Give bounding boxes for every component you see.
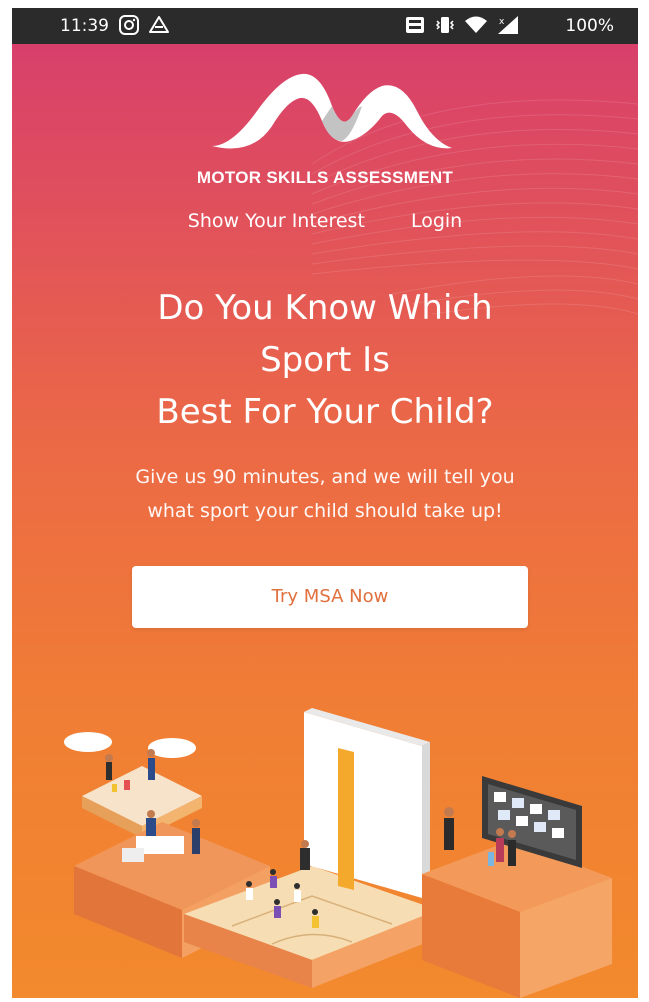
left-upper-platform (64, 732, 202, 838)
vibrate-icon (434, 14, 456, 41)
status-time: 11:39 (60, 16, 109, 36)
login-link[interactable]: Login (411, 210, 462, 232)
svg-text:x: x (499, 17, 505, 27)
drive-icon (148, 14, 170, 41)
show-interest-link[interactable]: Show Your Interest (188, 210, 365, 232)
brand-name: MOTOR SKILLS ASSESSMENT (196, 168, 454, 187)
right-platform (422, 776, 612, 998)
subline-line: Give us 90 minutes, and we will tell you (135, 466, 515, 488)
subline-line: what sport your child should take up! (147, 500, 503, 522)
wifi-icon (464, 14, 488, 41)
msa-logo (212, 73, 452, 149)
status-bar: 11:39 x 100% (12, 8, 638, 44)
signal-icon: x (496, 14, 520, 41)
hero-subline: Give us 90 minutes, and we will tell you… (12, 460, 638, 528)
app-screen: 11:39 x 100% MOTOR SKILLS ASSESSMENT Sho… (12, 8, 638, 998)
battery-percentage: 100% (565, 16, 614, 36)
volte-icon (404, 14, 426, 41)
try-msa-button[interactable]: Try MSA Now (132, 566, 528, 628)
instagram-icon (118, 14, 140, 41)
hero-headline: Do You Know Which Sport Is Best For Your… (12, 282, 638, 438)
isometric-illustration (64, 708, 612, 998)
top-nav: Show Your Interest Login (12, 210, 638, 232)
headline-line: Do You Know Which (157, 288, 493, 328)
headline-line: Best For Your Child? (156, 392, 494, 432)
headline-line: Sport Is (260, 340, 390, 380)
